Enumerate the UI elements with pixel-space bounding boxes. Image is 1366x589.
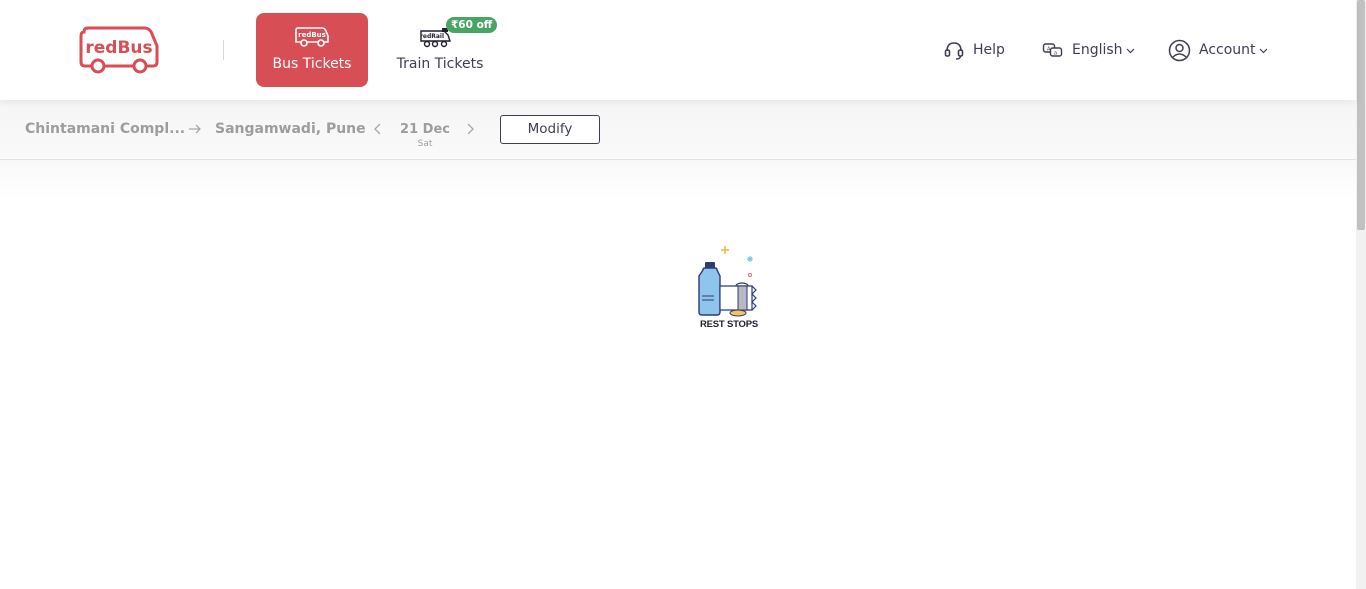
offer-badge: ₹60 off [446,17,498,33]
scrollbar-thumb[interactable] [1357,0,1365,230]
svg-text:a: a [1054,51,1057,57]
chevron-right-icon[interactable] [464,122,476,136]
from-city[interactable]: Chintamani Compl... [25,121,185,137]
chevron-down-icon [1126,48,1134,54]
top-header: redBus redBus Bus Tickets redRail ₹60 of… [0,0,1356,100]
header-divider [223,40,224,60]
help-link[interactable]: Help [943,38,1005,62]
chevron-down-icon [1259,48,1267,54]
arrow-right-icon [189,124,201,134]
language-label: English [1072,42,1123,58]
modify-button[interactable]: Modify [500,115,600,144]
tab-train-tickets[interactable]: redRail ₹60 off Train Tickets [384,13,498,87]
train-icon-text: redRail [420,33,444,40]
logo-text: redBus [85,38,152,58]
user-icon [1168,39,1191,61]
language-icon: A a [1042,43,1063,57]
bus-icon: redBus [295,27,329,47]
tab-train-label: Train Tickets [396,56,484,72]
travel-date[interactable]: 21 Dec [394,122,456,137]
chevron-left-icon[interactable] [372,122,384,136]
svg-text:A: A [1047,47,1051,53]
headset-icon [944,42,964,60]
logo-icon: redBus [79,26,159,74]
redbus-logo[interactable]: redBus [78,26,160,74]
loader-caption: REST STOPS [699,319,758,330]
tab-bus-tickets[interactable]: redBus Bus Tickets [256,13,368,87]
page: redBus redBus Bus Tickets redRail ₹60 of… [0,0,1366,589]
account-label: Account [1199,42,1256,58]
help-label: Help [973,42,1005,58]
travel-day: Sat [417,139,433,149]
search-summary-bar: Chintamani Compl... Sangamwadi, Pune 21 … [0,100,1356,160]
account-menu[interactable]: Account [1168,38,1268,62]
tab-bus-label: Bus Tickets [272,56,352,72]
bus-icon-text: redBus [298,31,326,39]
content-fade [0,160,1356,200]
to-city[interactable]: Sangamwadi, Pune [215,121,366,137]
language-selector[interactable]: A a English [1042,38,1135,62]
